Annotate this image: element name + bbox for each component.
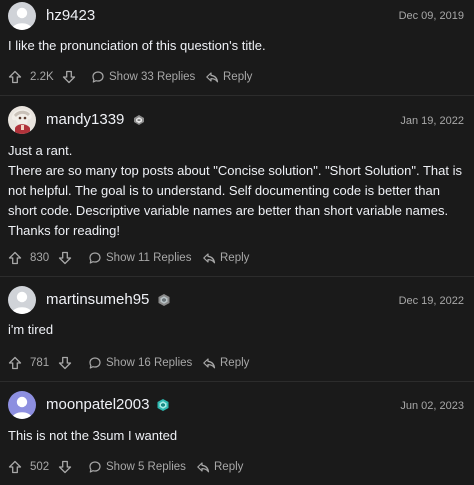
comment-paragraph: Just a rant. bbox=[8, 143, 73, 158]
comment-item: mandy1339 Jan 19, 2022 Just a rant. Ther… bbox=[0, 103, 474, 275]
downvote-button[interactable] bbox=[58, 249, 72, 267]
username[interactable]: moonpatel2003 bbox=[46, 396, 149, 413]
comment-actions: 2.2K Show 33 Replies Reply bbox=[8, 68, 468, 86]
upvote-button[interactable]: 830 bbox=[8, 249, 49, 267]
comment-paragraph: There are so many top posts about "Conci… bbox=[8, 163, 462, 238]
comment-bubble-icon bbox=[92, 71, 104, 83]
upvote-button[interactable]: 2.2K bbox=[8, 68, 54, 86]
reply-arrow-icon bbox=[197, 462, 210, 473]
show-replies-button[interactable]: Show 16 Replies bbox=[88, 354, 192, 372]
comment-item: moonpatel2003 Jun 02, 2023 This is not t… bbox=[0, 389, 474, 485]
reply-button[interactable]: Reply bbox=[202, 354, 249, 372]
anime-character-avatar bbox=[8, 106, 36, 134]
username[interactable]: martinsumeh95 bbox=[46, 291, 149, 308]
comment-body: I like the pronunciation of this questio… bbox=[8, 36, 464, 56]
comment-date: Jun 02, 2023 bbox=[400, 400, 464, 412]
show-replies-button[interactable]: Show 33 Replies bbox=[91, 68, 195, 86]
username[interactable]: mandy1339 bbox=[46, 111, 124, 128]
default-avatar-icon bbox=[8, 2, 36, 30]
avatar[interactable] bbox=[8, 106, 36, 134]
comment-actions: 502 Show 5 Replies Reply bbox=[8, 458, 468, 476]
avatar[interactable] bbox=[8, 286, 36, 314]
comment-bubble-icon bbox=[89, 357, 101, 369]
downvote-button[interactable] bbox=[58, 458, 72, 476]
comment-actions: 830 Show 11 Replies Reply bbox=[8, 249, 468, 267]
reply-label: Reply bbox=[220, 252, 250, 264]
reply-arrow-icon bbox=[203, 253, 216, 264]
vote-count: 830 bbox=[30, 252, 50, 264]
username[interactable]: hz9423 bbox=[46, 7, 95, 24]
comment-item: hz9423 Dec 09, 2019 I like the pronuncia… bbox=[0, 0, 474, 93]
upvote-arrow-icon bbox=[8, 251, 22, 265]
reply-label: Reply bbox=[223, 71, 253, 83]
show-replies-button[interactable]: Show 5 Replies bbox=[88, 458, 186, 476]
reply-button[interactable]: Reply bbox=[205, 68, 252, 86]
downvote-button[interactable] bbox=[62, 68, 76, 86]
downvote-arrow-icon bbox=[58, 251, 72, 265]
comment-feed: hz9423 Dec 09, 2019 I like the pronuncia… bbox=[0, 0, 474, 485]
upvote-arrow-icon bbox=[8, 356, 22, 370]
divider bbox=[0, 95, 474, 96]
comment-body: Just a rant. There are so many top posts… bbox=[8, 141, 464, 241]
show-replies-button[interactable]: Show 11 Replies bbox=[88, 249, 191, 267]
show-replies-label: Show 16 Replies bbox=[106, 357, 193, 369]
comment-date: Dec 19, 2022 bbox=[398, 295, 464, 307]
downvote-arrow-icon bbox=[62, 70, 76, 84]
vote-count: 502 bbox=[30, 461, 50, 473]
comment-date: Dec 09, 2019 bbox=[398, 10, 464, 22]
show-replies-label: Show 33 Replies bbox=[109, 71, 196, 83]
reply-label: Reply bbox=[220, 357, 250, 369]
comment-bubble-icon bbox=[89, 461, 101, 473]
reply-arrow-icon bbox=[203, 358, 216, 369]
downvote-arrow-icon bbox=[58, 356, 72, 370]
reply-label: Reply bbox=[214, 461, 244, 473]
downvote-button[interactable] bbox=[58, 354, 72, 372]
comment-actions: 781 Show 16 Replies Reply bbox=[8, 354, 468, 372]
comment-bubble-icon bbox=[89, 252, 101, 264]
comment-paragraph: I like the pronunciation of this questio… bbox=[8, 38, 266, 53]
reply-arrow-icon bbox=[206, 72, 219, 83]
upvote-button[interactable]: 502 bbox=[8, 458, 49, 476]
comment-item: martinsumeh95 Dec 19, 2022 i'm tired 781 bbox=[0, 284, 474, 380]
reply-button[interactable]: Reply bbox=[202, 249, 249, 267]
divider bbox=[0, 276, 474, 277]
vote-count: 2.2K bbox=[30, 71, 54, 83]
knight-badge-icon bbox=[132, 113, 146, 127]
guardian-badge-icon bbox=[156, 398, 170, 412]
comment-paragraph: This is not the 3sum I wanted bbox=[8, 428, 178, 443]
comment-paragraph: i'm tired bbox=[8, 322, 54, 337]
avatar[interactable] bbox=[8, 2, 36, 30]
divider bbox=[0, 381, 474, 382]
comment-date: Jan 19, 2022 bbox=[400, 115, 464, 127]
comment-body: This is not the 3sum I wanted bbox=[8, 426, 464, 446]
upvote-arrow-icon bbox=[8, 70, 22, 84]
downvote-arrow-icon bbox=[58, 460, 72, 474]
show-replies-label: Show 5 Replies bbox=[106, 461, 186, 473]
comment-body: i'm tired bbox=[8, 320, 464, 340]
upvote-arrow-icon bbox=[8, 460, 22, 474]
default-avatar-icon bbox=[8, 286, 36, 314]
vote-count: 781 bbox=[30, 357, 50, 369]
reply-button[interactable]: Reply bbox=[196, 458, 243, 476]
show-replies-label: Show 11 Replies bbox=[106, 252, 192, 264]
default-avatar-purple-icon bbox=[8, 391, 36, 419]
guardian-badge-icon bbox=[157, 293, 171, 307]
avatar[interactable] bbox=[8, 391, 36, 419]
upvote-button[interactable]: 781 bbox=[8, 354, 49, 372]
